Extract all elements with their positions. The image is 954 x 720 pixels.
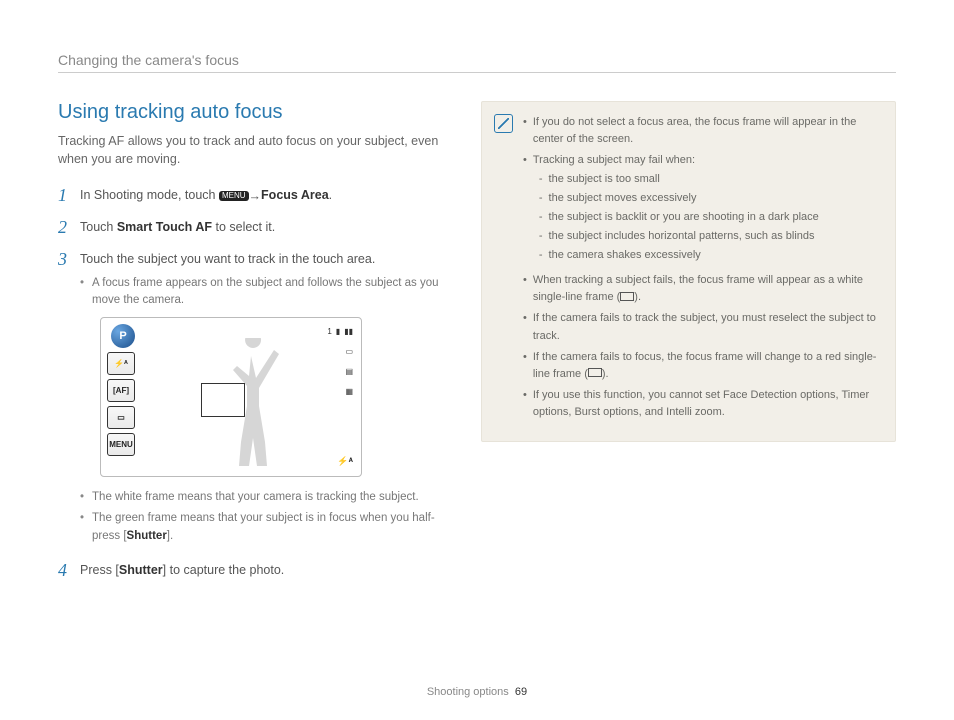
sidebar-flash-button: ⚡ᴬ (107, 352, 135, 375)
status-icons: 1▮▮▮ ▭ ▤ ▦ (327, 326, 353, 398)
step-3-sub-2: The white frame means that your camera i… (92, 489, 419, 506)
note-2d: the subject includes horizontal patterns… (549, 228, 815, 245)
section-header: Changing the camera's focus (58, 52, 896, 73)
note-2b: the subject moves excessively (549, 190, 697, 207)
note-5: If the camera fails to focus, the focus … (533, 349, 881, 383)
page-number: 69 (515, 686, 527, 698)
step-number-4: 4 (58, 561, 72, 581)
focus-area-label: Focus Area (261, 188, 329, 202)
mode-p-icon: P (111, 324, 135, 348)
note-icon (494, 114, 513, 133)
step-3-text: Touch the subject you want to track in t… (80, 252, 375, 266)
step-1-text-end: . (329, 188, 332, 202)
note-4: If the camera fails to track the subject… (533, 310, 881, 344)
red-frame-icon (588, 368, 602, 377)
arrow-icon: → (249, 187, 262, 206)
format-icon: ▭ (345, 346, 353, 358)
step-3-sub-1: A focus frame appears on the subject and… (92, 275, 453, 310)
step-2-text-a: Touch (80, 220, 117, 234)
sidebar-menu-button: MENU (107, 433, 135, 456)
white-frame-icon (620, 292, 634, 301)
intro-text: Tracking AF allows you to track and auto… (58, 132, 453, 168)
note-2a: the subject is too small (549, 171, 660, 188)
step-2: Touch Smart Touch AF to select it. (80, 218, 453, 238)
step-number-2: 2 (58, 218, 72, 238)
camera-screen-illustration: P ⚡ᴬ [AF] ▭ MENU 1▮▮▮ ▭ ▤ ▦ (100, 317, 362, 477)
shot-count: 1 (327, 326, 331, 338)
sidebar-af-button: [AF] (107, 379, 135, 402)
smart-touch-af-label: Smart Touch AF (117, 220, 212, 234)
note-2: Tracking a subject may fail when: the su… (533, 152, 819, 268)
sidebar-rect-button: ▭ (107, 406, 135, 429)
step-3-sub-3: The green frame means that your subject … (92, 510, 453, 545)
flash-auto-icon: ⚡ᴬ (337, 455, 353, 469)
page-title: Using tracking auto focus (58, 101, 453, 124)
note-2e: the camera shakes excessively (549, 247, 701, 264)
right-column: If you do not select a focus area, the f… (481, 101, 896, 593)
note-6: If you use this function, you cannot set… (533, 387, 881, 421)
step-3: Touch the subject you want to track in t… (80, 250, 453, 549)
battery-icon: ▮▮ (344, 326, 353, 338)
step-1-text-a: In Shooting mode, touch (80, 188, 219, 202)
note-box: If you do not select a focus area, the f… (481, 101, 896, 442)
step-2-text-end: to select it. (212, 220, 275, 234)
left-column: Using tracking auto focus Tracking AF al… (58, 101, 453, 593)
menu-icon: MENU (219, 191, 249, 202)
page-footer: Shooting options 69 (0, 686, 954, 698)
step-1: In Shooting mode, touch MENU → Focus Are… (80, 186, 453, 206)
terrain-icon: ▦ (345, 386, 353, 398)
step-4: Press [Shutter] to capture the photo. (80, 561, 453, 581)
quality-icon: ▤ (345, 366, 353, 378)
footer-section: Shooting options (427, 686, 509, 698)
focus-frame (201, 383, 245, 417)
step-number-1: 1 (58, 186, 72, 206)
note-3: When tracking a subject fails, the focus… (533, 272, 881, 306)
memory-icon: ▮ (336, 326, 340, 338)
note-1: If you do not select a focus area, the f… (533, 114, 881, 148)
note-2c: the subject is backlit or you are shooti… (549, 209, 819, 226)
step-number-3: 3 (58, 250, 72, 549)
